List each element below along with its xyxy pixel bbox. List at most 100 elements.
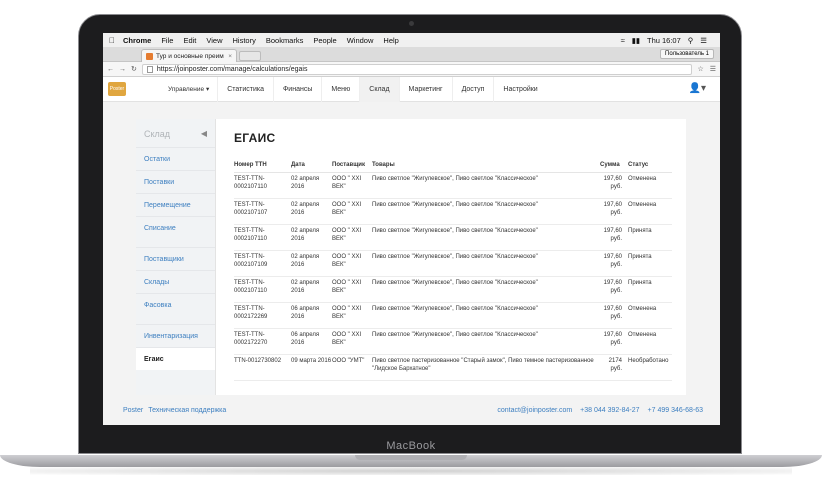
footer-support-link[interactable]: Техническая поддержка [148,407,226,414]
col-number[interactable]: Номер ТТН [234,159,291,173]
cell-sum: 197,60 руб. [600,198,628,225]
url-field[interactable]: https://joinposter.com/manage/calculatio… [141,63,693,75]
cell-date: 09 марта 2016 [291,354,332,381]
back-icon[interactable]: ← [107,66,114,73]
cell-sum: 197,60 руб. [600,224,628,251]
col-date[interactable]: Дата [291,159,332,173]
sidebar-item-writeoff[interactable]: Списание [136,216,215,239]
cell-number: TTN-0012730802 [234,354,291,381]
nav-settings[interactable]: Настройки [493,76,546,102]
cell-number: TEST-TTN-0002107110 [234,172,291,199]
user-avatar-icon[interactable]: 👤▾ [689,83,706,94]
macbook-label: MacBook [386,440,436,452]
col-goods[interactable]: Товары [372,159,600,173]
sidebar-item-warehouses[interactable]: Склады [136,270,215,293]
cell-date: 02 апреля 2016 [291,198,332,225]
sidebar-item-supplies[interactable]: Поставки [136,170,215,193]
browser-menu-icon[interactable]: ☰ [710,65,716,73]
menu-people[interactable]: People [313,36,336,45]
page-icon [146,65,153,73]
table-row[interactable]: TEST-TTN-0002107109 02 апреля 2016 ООО " X… [234,250,672,277]
poster-logo[interactable]: Poster [108,82,126,96]
table-row[interactable]: TTN-0012730802 09 марта 2016 ООО "УМТ" Пиво… [234,354,672,381]
table-body: TEST-TTN-0002107110 02 апреля 2016 ООО " X… [234,172,672,381]
cell-sum: 2174 руб. [600,354,628,381]
cell-date: 02 апреля 2016 [291,276,332,303]
new-tab-button[interactable] [239,51,261,61]
cell-number: TEST-TTN-0002107107 [234,198,291,225]
sidebar-title: Склад ◀ [136,119,215,147]
table-row[interactable]: TEST-TTN-0002172270 06 апреля 2016 ООО " X… [234,328,672,355]
sidebar-divider [136,239,215,247]
apple-icon[interactable]:  [109,36,115,45]
cell-status: Отменена [628,328,672,355]
nav-warehouse[interactable]: Склад [359,76,399,102]
sidebar-item-inventory[interactable]: Инвентаризация [136,324,215,347]
table-row[interactable]: TEST-TTN-0002107110 02 апреля 2016 ООО " X… [234,276,672,303]
col-status[interactable]: Статус [628,159,672,173]
page-title: ЕГАИС [234,131,276,145]
table-row[interactable]: TEST-TTN-0002172269 06 апреля 2016 ООО " X… [234,302,672,329]
nav-menu[interactable]: Меню [321,76,359,102]
nav-statistics[interactable]: Статистика [217,76,273,102]
table-header-row: Номер ТТН Дата Поставщик Товары Сумма Ст… [234,159,672,173]
menu-edit[interactable]: Edit [183,36,196,45]
cell-status: Принята [628,276,672,303]
menu-history[interactable]: History [233,36,256,45]
cell-number: TEST-TTN-0002107109 [234,250,291,277]
mac-menubar:  Chrome File Edit View History Bookmark… [103,33,720,47]
list-icon[interactable]: ☰ [700,36,707,45]
sidebar-item-packing[interactable]: Фасовка [136,293,215,316]
sidebar-title-text: Склад [144,129,171,139]
nav-access[interactable]: Доступ [451,76,494,102]
laptop-shadow [30,467,792,475]
battery-icon[interactable]: ▮▮ [632,36,640,45]
sidebar-item-stock[interactable]: Остатки [136,147,215,170]
cell-status: Необработано [628,354,672,381]
content-card: Склад ◀ Остатки Поставки Перемещение Спи… [136,119,686,395]
wifi-icon[interactable]: ≈ [621,36,625,45]
sidebar-item-egais[interactable]: Егаис [136,347,215,370]
collapse-sidebar-icon[interactable]: ◀ [201,129,207,138]
footer-poster-link[interactable]: Poster [123,407,143,414]
col-sum[interactable]: Сумма [600,159,628,173]
search-icon[interactable]: ⚲ [688,36,694,45]
camera [409,21,414,26]
browser-tab[interactable]: Тур и основные преим × [141,49,237,62]
footer-phone-ru[interactable]: +7 499 346-68-63 [648,407,703,414]
table-row[interactable]: TEST-TTN-0002107107 02 апреля 2016 ООО " X… [234,198,672,225]
cell-goods: Пиво светлое "Жигулевское", Пиво светлое… [372,328,600,355]
menu-bookmarks[interactable]: Bookmarks [266,36,304,45]
laptop-mockup:  Chrome File Edit View History Bookmark… [0,0,822,477]
main-panel: ЕГАИС Номер ТТН Дата Поставщик Товары Су… [216,119,686,395]
clock[interactable]: Thu 16:07 [647,36,681,45]
nav-marketing[interactable]: Маркетинг [398,76,452,102]
cell-status: Отменена [628,198,672,225]
menu-view[interactable]: View [206,36,222,45]
management-dropdown[interactable]: Управление ▾ [168,85,209,93]
close-icon[interactable]: × [228,53,232,60]
menu-help[interactable]: Help [383,36,398,45]
reload-icon[interactable]: ↻ [131,65,137,73]
forward-icon[interactable]: → [119,66,126,73]
sidebar-item-transfer[interactable]: Перемещение [136,193,215,216]
cell-sum: 197,60 руб. [600,328,628,355]
bookmark-star-icon[interactable]: ☆ [697,65,703,73]
tab-strip: Тур и основные преим × Пользователь 1 [103,47,720,62]
profile-button[interactable]: Пользователь 1 [660,49,714,59]
nav-finance[interactable]: Финансы [272,76,321,102]
table-row[interactable]: TEST-TTN-0002107110 02 апреля 2016 ООО " X… [234,172,672,199]
cell-number: TEST-TTN-0002172269 [234,302,291,329]
menu-window[interactable]: Window [347,36,374,45]
cell-supplier: ООО " XXI ВЕК" [332,328,372,355]
menu-app-name[interactable]: Chrome [123,36,151,45]
cell-date: 06 апреля 2016 [291,328,332,355]
cell-supplier: ООО " XXI ВЕК" [332,250,372,277]
cell-sum: 197,60 руб. [600,172,628,199]
menu-file[interactable]: File [161,36,173,45]
sidebar-item-suppliers[interactable]: Поставщики [136,247,215,270]
footer-phone-ua[interactable]: +38 044 392-84-27 [580,407,639,414]
footer-email-link[interactable]: contact@joinposter.com [497,407,572,414]
col-supplier[interactable]: Поставщик [332,159,372,173]
table-row[interactable]: TEST-TTN-0002107110 02 апреля 2016 ООО " X… [234,224,672,251]
